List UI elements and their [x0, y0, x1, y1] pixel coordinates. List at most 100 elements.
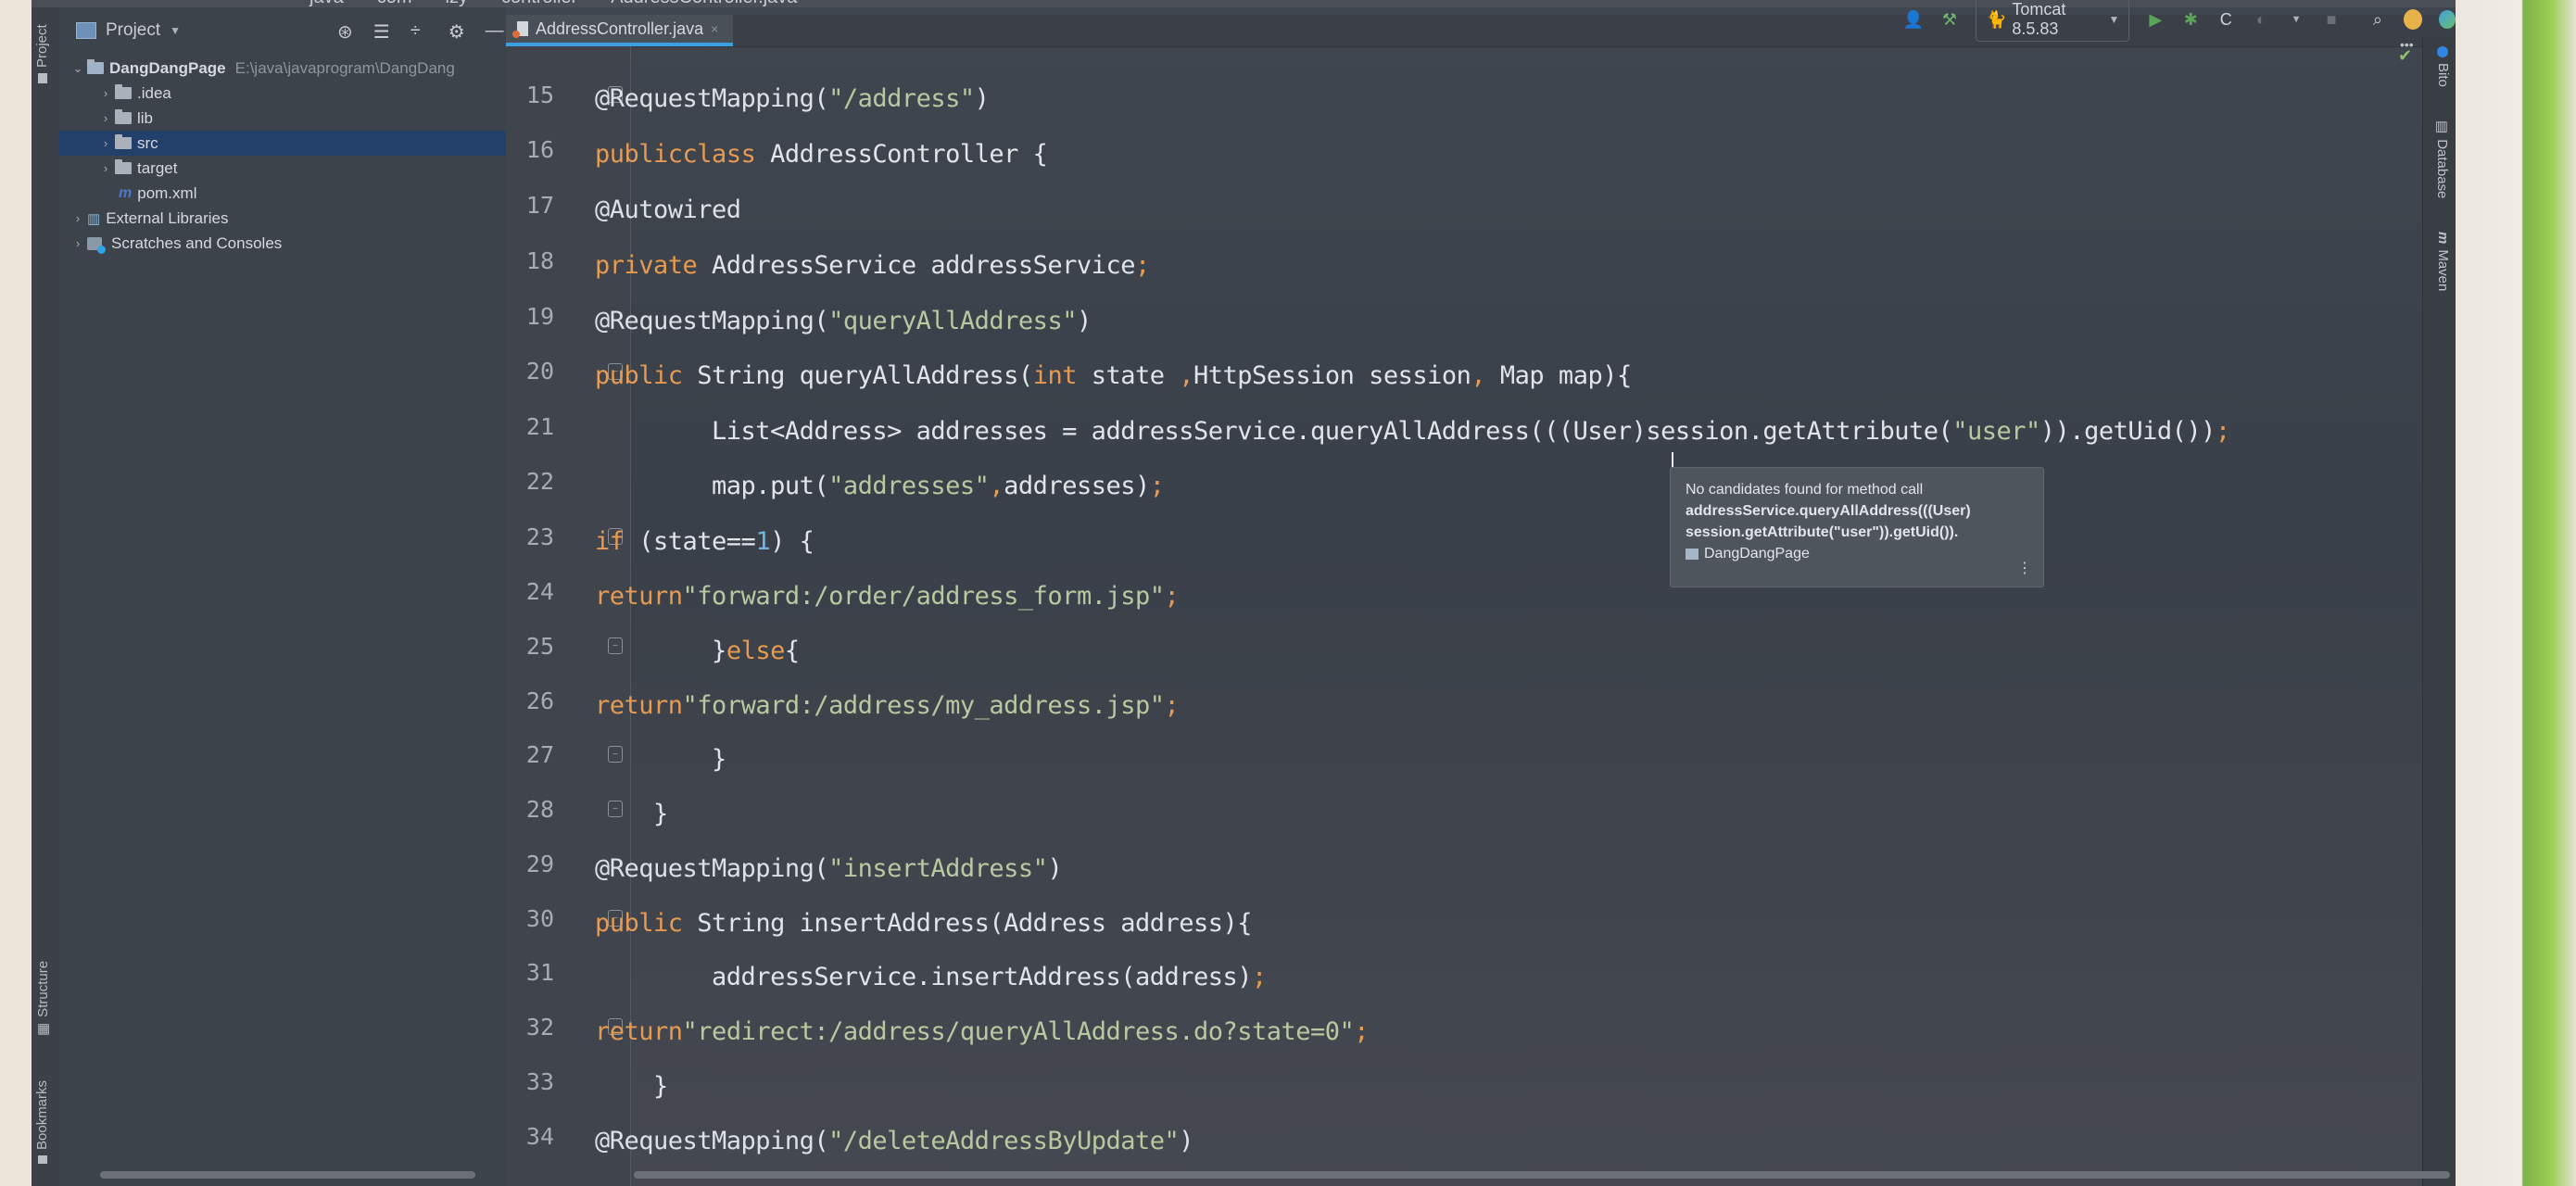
tool-window-structure[interactable]: ▦ Structure [34, 961, 52, 1036]
chevron-down-icon[interactable]: ▼ [170, 24, 181, 37]
tool-window-project-label: Project [34, 24, 50, 68]
line-number: 17 [525, 192, 554, 219]
tool-window-bito[interactable]: Bito [2435, 46, 2451, 87]
chevron-down-icon[interactable]: ⌄ [69, 61, 87, 76]
tree-item-module[interactable]: ⌄ DangDangPage E:\java\javaprogram\DangD… [59, 56, 506, 81]
code-line[interactable]: return "forward:/order/address_form.jsp"… [595, 577, 1180, 614]
code-line[interactable]: addressService.insertAddress(address); [595, 958, 1267, 995]
project-tree: ⌄ DangDangPage E:\java\javaprogram\DangD… [59, 56, 506, 256]
breadcrumb-item[interactable]: controller [501, 0, 577, 7]
code-line[interactable]: @RequestMapping("/deleteAddressByUpdate"… [595, 1122, 1194, 1159]
run-configuration-selector[interactable]: 🐈 Tomcat 8.5.83 ▼ [1975, 0, 2130, 42]
code-line[interactable]: @Autowired [595, 191, 741, 228]
tree-item-libraries[interactable]: › ▥ External Libraries [59, 206, 506, 231]
ide-window: java com lzy controller AddressControlle… [32, 0, 2456, 1186]
tool-window-bito-label: Bito [2435, 63, 2451, 87]
inspections-ok-icon[interactable]: ✔ [2398, 46, 2412, 66]
tool-window-maven[interactable]: m Maven [2435, 232, 2451, 291]
tool-window-bookmarks[interactable]: Bookmarks [34, 1080, 50, 1164]
string-literal: "/deleteAddressByUpdate" [828, 1126, 1180, 1155]
code-line[interactable]: @RequestMapping("insertAddress") [595, 850, 1063, 887]
line-number: 26 [525, 688, 554, 714]
code-line[interactable]: public String insertAddress(Address addr… [595, 904, 1253, 941]
string-literal: "addresses" [828, 471, 990, 500]
chevron-right-icon[interactable]: › [96, 86, 115, 100]
code-line[interactable]: List<Address> addresses = addressService… [595, 412, 2230, 449]
code-line[interactable]: map.put("addresses", addresses); [595, 467, 1165, 504]
keyword: if [595, 526, 625, 556]
code-line[interactable]: private AddressService addressService; [595, 246, 1150, 284]
tree-item-label: .idea [137, 83, 171, 102]
tree-item-label: DangDangPage [109, 58, 226, 77]
stop-icon[interactable]: ■ [2322, 9, 2341, 30]
breadcrumb-item[interactable]: com [377, 0, 412, 7]
tree-item-folder[interactable]: › .idea [59, 81, 506, 106]
tooltip-project[interactable]: DangDangPage [1686, 543, 2028, 564]
keyword: int [1032, 360, 1078, 390]
code-line[interactable]: return "redirect:/address/queryAllAddres… [595, 1013, 1370, 1050]
keyword: public [595, 139, 683, 169]
code-line[interactable]: return "forward:/address/my_address.jsp"… [595, 687, 1180, 724]
tree-item-folder[interactable]: › target [59, 156, 506, 181]
code-line[interactable]: public String queryAllAddress(int state … [595, 357, 1632, 394]
code-line[interactable]: public class AddressController { [595, 135, 1048, 172]
breadcrumb-item-file[interactable]: AddressController.java [611, 0, 797, 7]
code-line[interactable]: } [595, 795, 668, 832]
code-line[interactable]: @RequestMapping("queryAllAddress") [595, 302, 1092, 339]
code-line[interactable]: if (state== 1) { [595, 523, 814, 560]
tree-item-folder[interactable]: › lib [59, 106, 506, 131]
run-icon[interactable]: ▶ [2146, 9, 2165, 30]
breadcrumb-item[interactable]: lzy [446, 0, 468, 7]
project-view-selector[interactable]: Project [106, 20, 160, 41]
line-number: 34 [525, 1123, 554, 1150]
code-line[interactable]: } [595, 740, 726, 777]
user-icon[interactable]: 👤 [1903, 9, 1924, 30]
string-literal: "user" [1952, 416, 2040, 446]
build-hammer-icon[interactable]: ⚒ [1940, 9, 1959, 30]
code-line[interactable]: @RequestMapping("/address") [595, 80, 990, 117]
expand-all-icon[interactable]: ☰ [373, 20, 390, 44]
tool-window-database[interactable]: ▤ Database [2434, 120, 2451, 198]
editor-horizontal-scrollbar[interactable] [634, 1171, 2450, 1179]
chevron-right-icon[interactable]: › [96, 161, 115, 175]
code-line[interactable]: } else{ [595, 632, 800, 669]
keyword: return [595, 690, 683, 720]
project-panel-scrollbar[interactable] [100, 1171, 475, 1179]
plugin-icon[interactable] [2438, 10, 2456, 29]
update-icon[interactable] [2403, 9, 2422, 30]
chevron-right-icon[interactable]: › [69, 211, 87, 225]
line-number: 30 [525, 905, 554, 932]
tree-item-folder-selected[interactable]: › src [59, 131, 506, 156]
more-vertical-icon[interactable]: ⋮ [2017, 558, 2032, 579]
number-literal: 1 [755, 526, 771, 556]
tree-item-scratches[interactable]: › Scratches and Consoles [59, 231, 506, 256]
hide-panel-icon[interactable]: — [486, 20, 504, 44]
folder-icon [37, 73, 47, 83]
tree-item-file[interactable]: m pom.xml [59, 181, 506, 206]
coverage-icon[interactable]: C [2216, 9, 2235, 30]
annotation: @RequestMapping [595, 1126, 814, 1155]
gear-icon[interactable]: ⚙ [448, 20, 465, 44]
line-number: 21 [525, 413, 554, 440]
code-line[interactable]: } [595, 1067, 668, 1104]
library-icon: ▥ [87, 210, 101, 227]
line-number: 24 [525, 578, 554, 605]
chevron-right-icon[interactable]: › [69, 236, 87, 250]
collapse-all-icon[interactable]: ÷ [410, 20, 421, 44]
close-icon[interactable]: × [711, 21, 718, 36]
punctuation: ; [1134, 250, 1150, 280]
locate-file-icon[interactable]: ⊛ [337, 20, 353, 44]
punctuation: ; [1164, 690, 1180, 720]
profiler-icon[interactable]: ◐ [2252, 9, 2270, 30]
search-icon[interactable]: ⌕ [2368, 9, 2387, 30]
line-number: 27 [525, 741, 554, 768]
debug-icon[interactable]: ✱ [2181, 9, 2200, 30]
breadcrumb-item[interactable]: java [309, 0, 344, 7]
bookmark-icon [37, 1155, 47, 1164]
tool-window-project[interactable]: Project [34, 24, 50, 83]
chevron-right-icon[interactable]: › [96, 111, 115, 125]
tab-address-controller[interactable]: AddressController.java × [506, 15, 734, 46]
line-number: 20 [525, 358, 554, 385]
chevron-down-icon[interactable]: ▼ [2287, 9, 2305, 30]
chevron-right-icon[interactable]: › [96, 136, 115, 150]
